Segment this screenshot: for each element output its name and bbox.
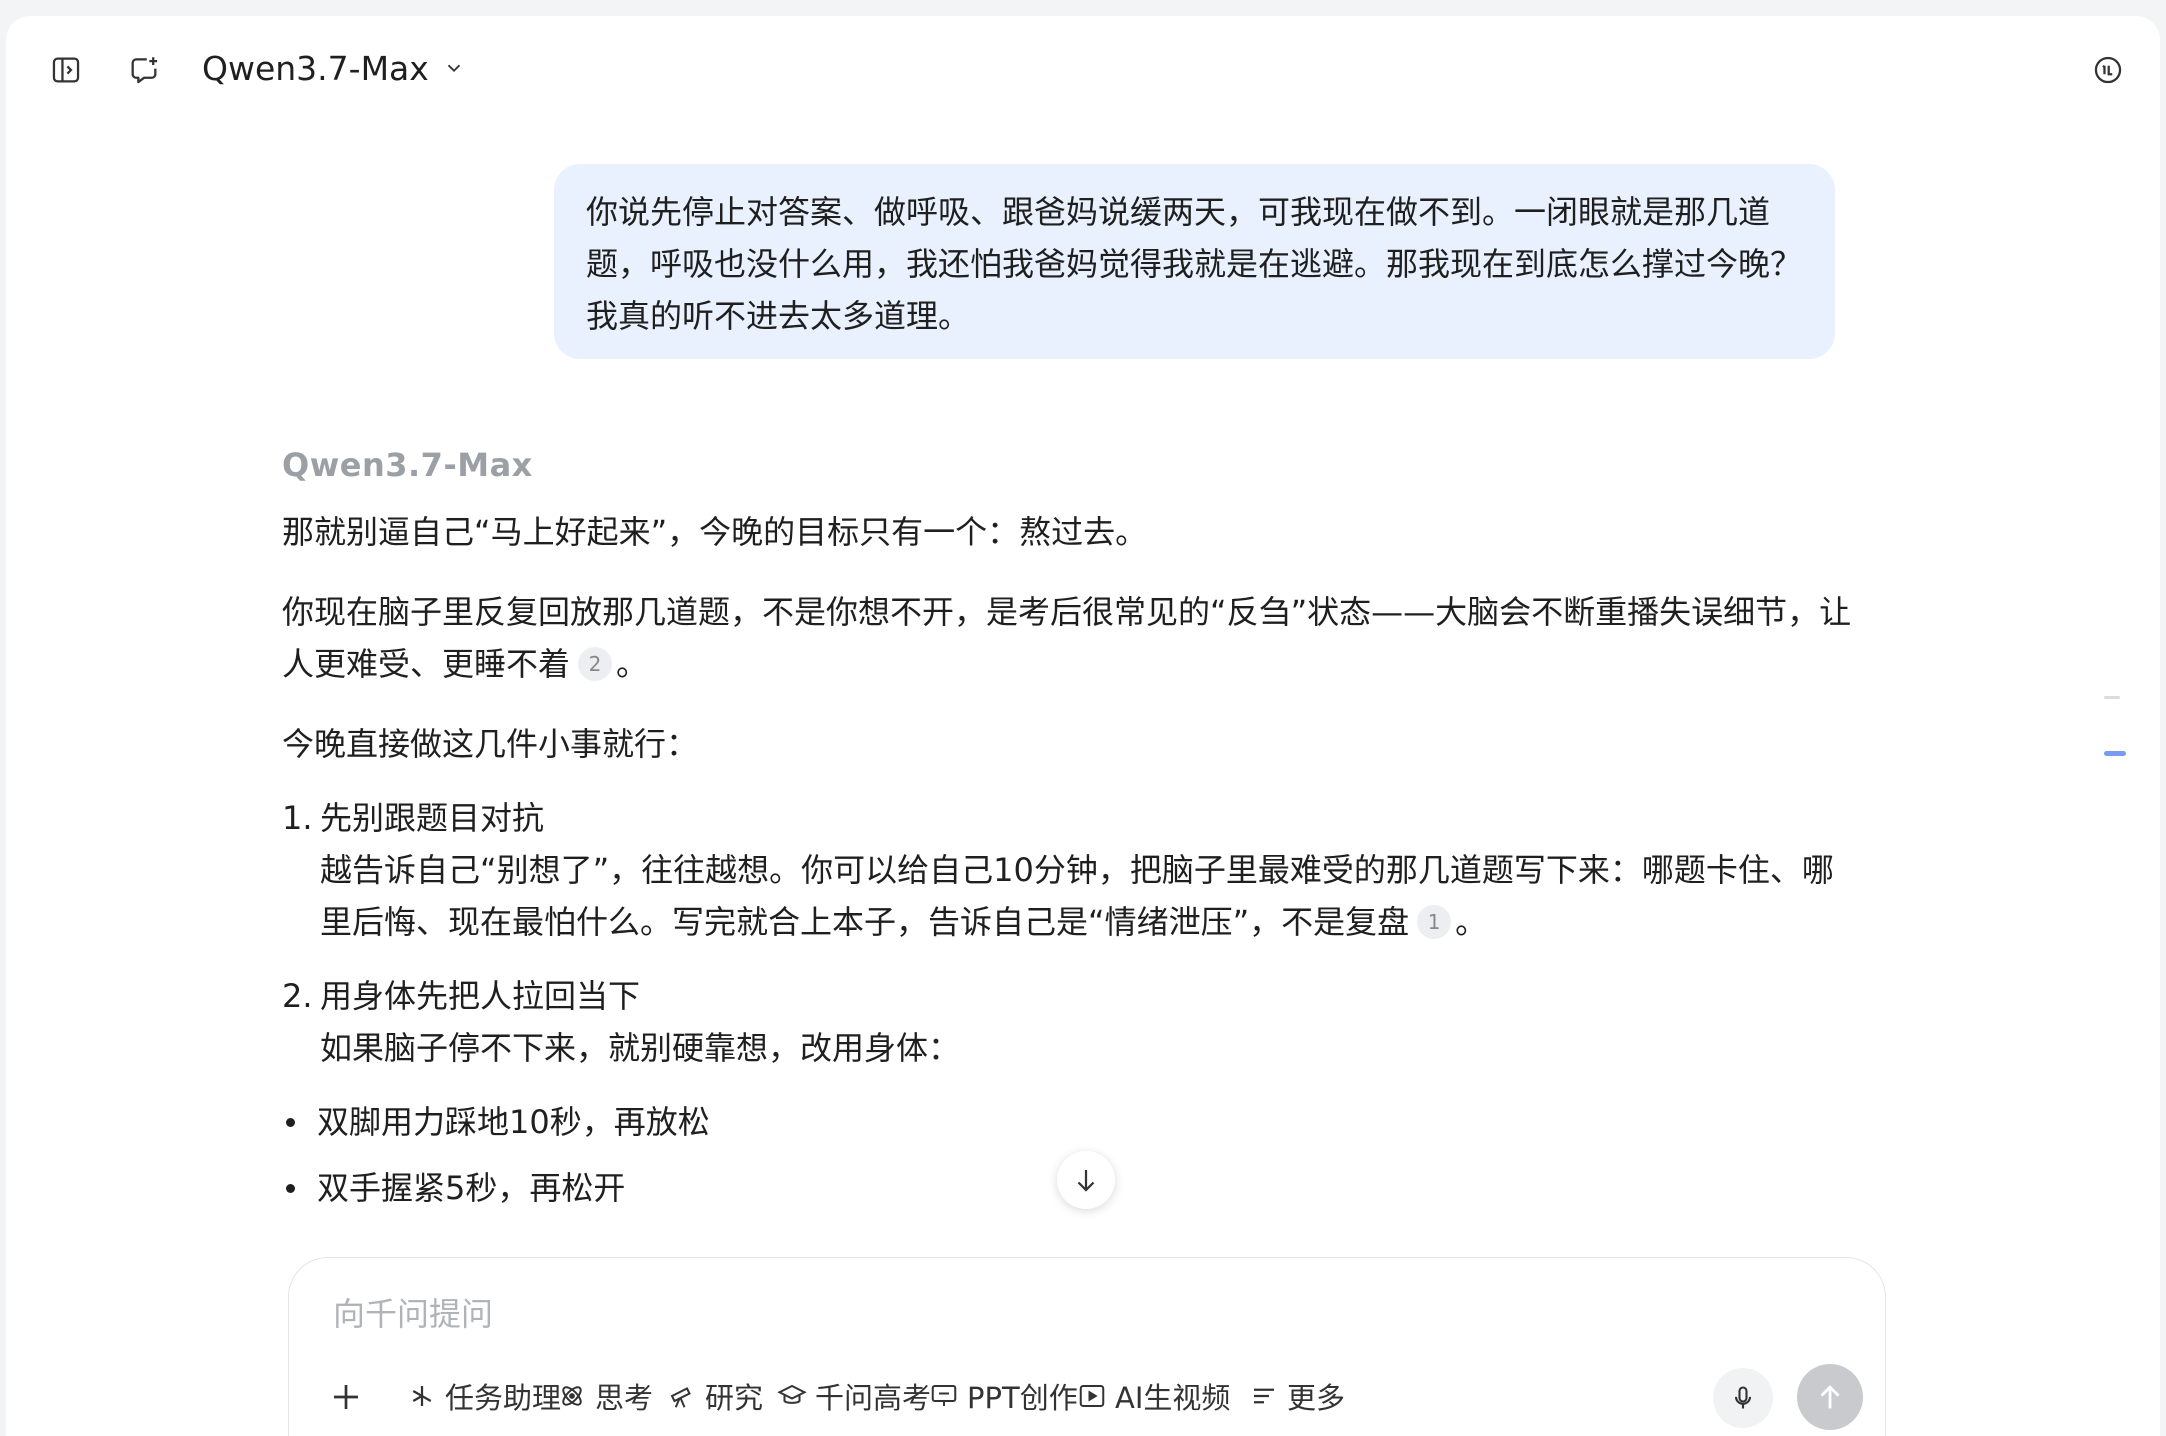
arrow-up-icon <box>1820 1385 1840 1409</box>
assistant-name: Qwen3.7-Max <box>282 446 533 484</box>
more-button[interactable]: 更多 <box>1249 1366 1345 1426</box>
sidebar-toggle-icon[interactable] <box>46 50 86 90</box>
citation-badge[interactable]: 2 <box>578 647 613 681</box>
tool-label: PPT创作 <box>967 1381 1078 1415</box>
telescope-icon <box>670 1387 691 1408</box>
list-item-title: 用身体先把人拉回当下 <box>320 977 641 1015</box>
scroll-to-bottom-button[interactable] <box>1057 1151 1115 1209</box>
gaokao-button[interactable]: 千问高考 <box>777 1366 931 1426</box>
paragraph-end: 。 <box>616 645 649 683</box>
model-selector[interactable]: Qwen3.7-Max <box>202 46 465 90</box>
model-name: Qwen3.7-Max <box>202 48 429 88</box>
bullet-dot <box>286 1117 295 1127</box>
asterisk-icon <box>412 1386 432 1406</box>
chat-panel: Qwen3.7-Max 你说先停止对答案、做呼吸、跟爸妈说缓两天，可我现在做不到… <box>6 16 2160 1436</box>
bullet-text: 双手握紧5秒，再松开 <box>317 1169 626 1207</box>
tool-label: 研究 <box>705 1381 764 1415</box>
task-assistant-button[interactable]: 任务助理 <box>407 1366 561 1426</box>
list-number: 2. <box>282 977 313 1015</box>
graduation-cap-icon <box>777 1384 807 1404</box>
voice-input-button[interactable] <box>1713 1368 1773 1428</box>
video-play-icon <box>1079 1385 1105 1407</box>
list-item-body: 如果脑子停不下来，就别硬靠想，改用身体： <box>282 1022 1862 1074</box>
bullet-dot <box>286 1183 295 1193</box>
bullet-text: 双脚用力踩地10秒，再放松 <box>317 1103 710 1141</box>
list-number: 1. <box>282 799 313 837</box>
tool-label: AI生视频 <box>1115 1381 1231 1415</box>
user-message-text: 你说先停止对答案、做呼吸、跟爸妈说缓两天，可我现在做不到。一闭眼就是那几道题，呼… <box>586 193 1803 335</box>
list-item: 2. 用身体先把人拉回当下 如果脑子停不下来，就别硬靠想，改用身体： <box>282 970 1862 1074</box>
top-bar: Qwen3.7-Max <box>6 16 2160 116</box>
think-button[interactable]: 思考 <box>557 1366 653 1426</box>
tool-label: 千问高考 <box>815 1381 932 1415</box>
composer-toolbar: 任务助理 思考 研究 千问高考 PPT创作 AI生视频 更多 <box>289 1364 1885 1430</box>
assistant-paragraph: 那就别逼自己“马上好起来”，今晚的目标只有一个：熬过去。 <box>282 513 1148 551</box>
chat-scroll-area[interactable]: 你说先停止对答案、做呼吸、跟爸妈说缓两天，可我现在做不到。一闭眼就是那几道题，呼… <box>6 116 2160 1251</box>
atom-icon <box>562 1386 582 1406</box>
assistant-paragraph: 你现在脑子里反复回放那几道题，不是你想不开，是考后很常见的“反刍”状态——大脑会… <box>282 586 1862 690</box>
tool-label: 思考 <box>595 1381 654 1415</box>
tool-label: 更多 <box>1287 1381 1346 1415</box>
research-button[interactable]: 研究 <box>667 1366 763 1426</box>
microphone-icon <box>1734 1386 1752 1409</box>
message-minimap-marker-active[interactable] <box>2104 751 2126 756</box>
presentation-icon <box>931 1385 957 1406</box>
citation-badge[interactable]: 1 <box>1417 905 1452 939</box>
tool-label: 任务助理 <box>445 1381 562 1415</box>
list-item: 1. 先别跟题目对抗 越告诉自己“别想了”，往往越想。你可以给自己10分钟，把脑子… <box>282 792 1862 948</box>
new-chat-icon[interactable] <box>124 50 164 90</box>
assistant-paragraph: 今晚直接做这几件小事就行： <box>282 725 699 763</box>
ppt-create-button[interactable]: PPT创作 <box>929 1366 1078 1426</box>
chevron-down-icon <box>447 64 460 73</box>
attach-button[interactable] <box>323 1374 369 1420</box>
send-button[interactable] <box>1797 1364 1863 1430</box>
paragraph-text: 你现在脑子里反复回放那几道题，不是你想不开，是考后很常见的“反刍”状态——大脑会… <box>282 593 1852 683</box>
temporary-chat-icon[interactable] <box>2088 50 2128 90</box>
ai-video-button[interactable]: AI生视频 <box>1077 1366 1230 1426</box>
paragraph-end: 。 <box>1455 903 1488 941</box>
plus-icon <box>334 1385 358 1409</box>
arrow-down-icon <box>1077 1170 1095 1192</box>
message-composer: 任务助理 思考 研究 <box>288 1257 1886 1436</box>
prompt-input[interactable] <box>331 1288 1835 1340</box>
list-item-title: 先别跟题目对抗 <box>320 799 545 837</box>
menu-lines-icon <box>1254 1388 1274 1404</box>
list-item-body: 越告诉自己“别想了”，往往越想。你可以给自己10分钟，把脑子里最难受的那几道题写… <box>282 844 1862 948</box>
list-item-text: 如果脑子停不下来，就别硬靠想，改用身体： <box>320 1029 961 1067</box>
bullet-item: 双脚用力踩地10秒，再放松 <box>282 1096 1862 1148</box>
assistant-message: Qwen3.7-Max 那就别逼自己“马上好起来”，今晚的目标只有一个：熬过去。… <box>282 446 1862 1228</box>
list-item-text: 越告诉自己“别想了”，往往越想。你可以给自己10分钟，把脑子里最难受的那几道题写… <box>320 851 1834 941</box>
user-message-bubble: 你说先停止对答案、做呼吸、跟爸妈说缓两天，可我现在做不到。一闭眼就是那几道题，呼… <box>554 164 1835 359</box>
message-minimap-marker[interactable] <box>2104 696 2120 699</box>
